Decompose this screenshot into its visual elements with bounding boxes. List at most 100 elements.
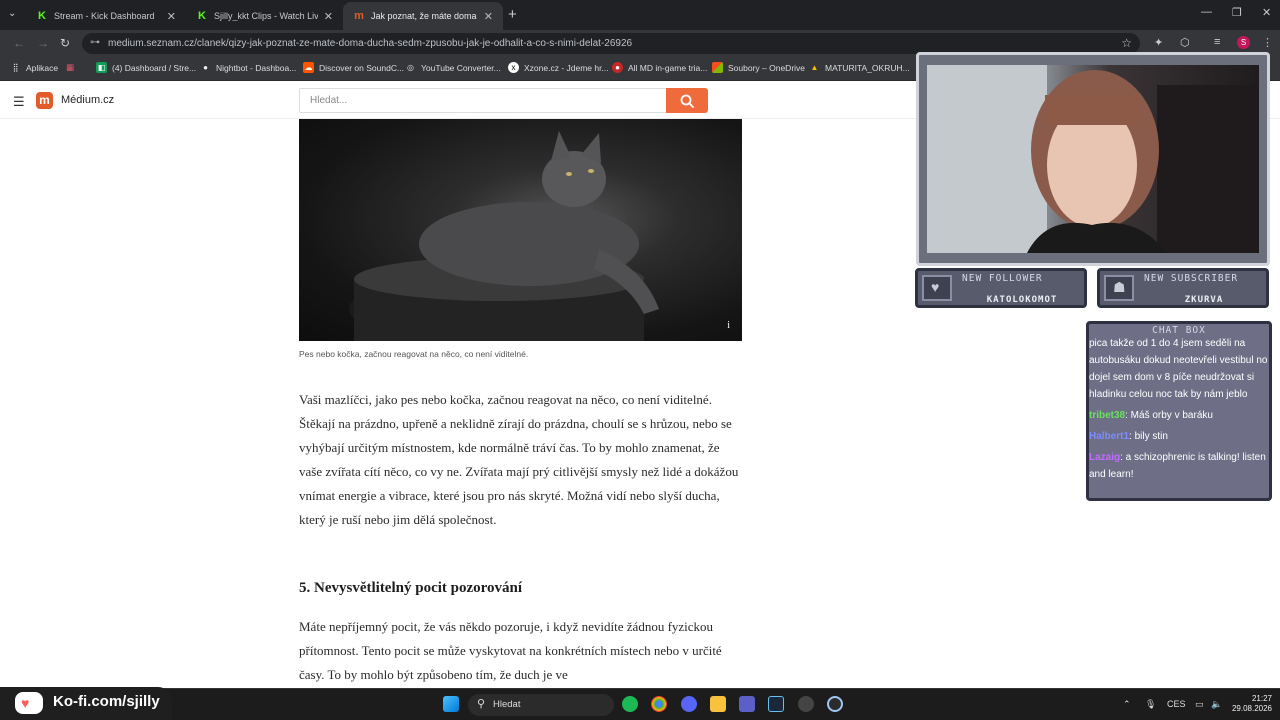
bookmark-apps[interactable]: ⣿ Aplikace [10, 62, 59, 73]
chat-username: Lazaig [1089, 452, 1121, 463]
tab-label: Sjilly_kkt Clips - Watch Live on Kick [214, 11, 318, 21]
medium-icon: m [354, 10, 364, 22]
clock-time: 21:27 [1251, 694, 1272, 703]
tab-search-chevron-icon[interactable]: ⌄ [8, 8, 16, 19]
tab-medium-article[interactable]: m Jak poznat, že máte doma ducha ✕ [343, 2, 503, 30]
close-tab-icon[interactable]: ✕ [484, 10, 493, 23]
windows-taskbar [0, 688, 1280, 720]
tab-label: Stream - Kick Dashboard [54, 11, 155, 21]
soundcloud-icon: ☁ [303, 62, 314, 73]
search-icon [680, 94, 694, 108]
bookmark-star-icon[interactable]: ☆ [1121, 36, 1132, 50]
webcam-feed [927, 65, 1259, 253]
file-explorer-icon[interactable] [710, 696, 726, 712]
dashboard-icon: ◧ [96, 62, 107, 73]
chrome-icon[interactable] [651, 696, 667, 712]
back-arrow-icon[interactable]: ← [13, 36, 25, 50]
article-paragraph: Vaši mazlíčci, jako pes nebo kočka, začn… [299, 392, 739, 527]
windows-start-icon[interactable] [443, 696, 459, 712]
search-input[interactable] [299, 88, 667, 113]
media-icon[interactable]: ≡ [1214, 36, 1220, 48]
minimize-icon[interactable]: — [1201, 6, 1212, 18]
microphone-icon[interactable]: 🎙 [1145, 699, 1156, 710]
volume-icon[interactable]: 🔈 [1211, 699, 1222, 710]
bookmark-label: MATURITA_OKRUH... [825, 62, 910, 73]
restore-icon[interactable]: ❐ [1232, 6, 1242, 19]
clock-date: 29.08.2026 [1231, 704, 1272, 713]
bookmark-nightbot[interactable]: ● Nightbot - Dashboa... [200, 62, 296, 73]
close-tab-icon[interactable]: ✕ [167, 10, 176, 23]
chat-username: tribet38 [1089, 410, 1126, 421]
cat-on-basket-image [349, 131, 659, 341]
heart-icon: ♥ [922, 275, 952, 301]
bookmark-label: All MD in-game tria... [628, 62, 708, 73]
close-tab-icon[interactable]: ✕ [324, 10, 333, 23]
menu-kebab-icon[interactable]: ⋮ [1262, 36, 1273, 49]
alert-title: NEW FOLLOWER [962, 273, 1043, 284]
forward-arrow-icon[interactable]: → [37, 36, 49, 50]
tab-kick-clips[interactable]: K Sjilly_kkt Clips - Watch Live on Kick … [186, 2, 343, 30]
site-name[interactable]: Médium.cz [61, 94, 114, 106]
taskbar-search[interactable]: ⚲ Hledat [468, 694, 614, 716]
app-icon[interactable] [827, 696, 843, 712]
tray-chevron-icon[interactable]: ⌃ [1123, 699, 1131, 710]
search-button[interactable] [666, 88, 708, 113]
chat-message: tribet38: Máš orby v baráku [1089, 407, 1273, 424]
bookmark-dashboard[interactable]: ◧ (4) Dashboard / Stre... [96, 62, 196, 73]
url-text: medium.seznam.cz/clanek/qizy-jak-poznat-… [108, 38, 633, 49]
search-icon: ⚲ [477, 698, 486, 710]
bookmark-youtube-converter[interactable]: ◎ YouTube Converter... [405, 62, 501, 73]
image-caption: Pes nebo kočka, začnou reagovat na něco,… [299, 349, 529, 359]
alert-title: NEW SUBSCRIBER [1144, 273, 1239, 284]
bookmark-md-ingame[interactable]: ● All MD in-game tria... [612, 62, 707, 73]
bookmark-label: Nightbot - Dashboa... [216, 62, 297, 73]
bookmark-label: Aplikace [26, 62, 59, 73]
language-indicator[interactable]: CES [1167, 699, 1186, 709]
kick-icon: K [38, 10, 46, 22]
close-window-icon[interactable]: ✕ [1262, 6, 1271, 19]
tab-label: Jak poznat, že máte doma ducha [371, 11, 478, 21]
article-image: i [299, 119, 742, 341]
kofi-banner: ♥ Ko-fi.com/sjilly [0, 687, 172, 720]
md-icon: ● [612, 62, 623, 73]
medium-logo-icon[interactable]: m [36, 92, 53, 109]
bookmark-onedrive[interactable]: Soubory – OneDrive [712, 62, 805, 73]
xzone-icon: x [508, 62, 519, 73]
bookmark-label: Discover on SoundC... [319, 62, 405, 73]
bookmark-xzone[interactable]: x Xzone.cz - Jdeme hr... [508, 62, 609, 73]
discord-icon[interactable] [681, 696, 697, 712]
extension-icon[interactable]: ✦ [1154, 36, 1163, 49]
grid-icon[interactable]: ▦ [66, 62, 74, 73]
new-tab-plus-icon[interactable]: + [508, 6, 517, 23]
spotify-icon[interactable] [622, 696, 638, 712]
chat-message: Lazaig: a schizophrenic is talking! list… [1089, 449, 1273, 483]
bookmark-label: (4) Dashboard / Stre... [112, 62, 197, 73]
bookmark-soundcloud[interactable]: ☁ Discover on SoundC... [303, 62, 404, 73]
tab-kick-dashboard[interactable]: K Stream - Kick Dashboard ✕ [26, 2, 186, 30]
obs-icon[interactable] [798, 696, 814, 712]
new-subscriber-alert: ☗ NEW SUBSCRIBER ZKURVA [1097, 268, 1269, 308]
site-info-icon[interactable]: ⊶ [90, 37, 100, 48]
network-icon[interactable]: ▭ [1195, 699, 1204, 710]
image-info-icon[interactable]: i [727, 320, 730, 331]
chat-text: : bily stin [1129, 431, 1168, 442]
hamburger-menu-icon[interactable]: ☰ [13, 94, 25, 110]
steam-icon[interactable] [768, 696, 784, 712]
puzzle-extensions-icon[interactable]: ⬡ [1180, 36, 1190, 49]
profile-avatar[interactable]: S [1237, 36, 1250, 49]
tab-strip: ⌄ K Stream - Kick Dashboard ✕ K Sjilly_k… [0, 0, 1280, 30]
teams-icon[interactable] [739, 696, 755, 712]
chat-box: CHAT BOX pica takže od 1 do 4 jsem seděl… [1086, 321, 1272, 501]
article-paragraph: Máte nepříjemný pocit, že vás někdo pozo… [299, 619, 722, 682]
nightbot-icon: ● [203, 63, 208, 72]
user-icon: ☗ [1104, 275, 1134, 301]
kofi-cup-icon: ♥ [15, 692, 43, 714]
bookmark-maturita[interactable]: ▲ MATURITA_OKRUH... [809, 62, 910, 73]
reload-icon[interactable]: ↻ [60, 36, 70, 50]
clock[interactable]: 21:27 29.08.2026 [1226, 694, 1272, 714]
chat-username: Halbert1 [1089, 431, 1130, 442]
chat-message: Halbert1: bily stin [1089, 428, 1273, 445]
streamer-webcam-image [927, 65, 1259, 253]
chat-message: pica takže od 1 do 4 jsem seděli na auto… [1089, 335, 1273, 403]
address-bar[interactable]: ⊶ medium.seznam.cz/clanek/qizy-jak-pozna… [82, 33, 1140, 54]
